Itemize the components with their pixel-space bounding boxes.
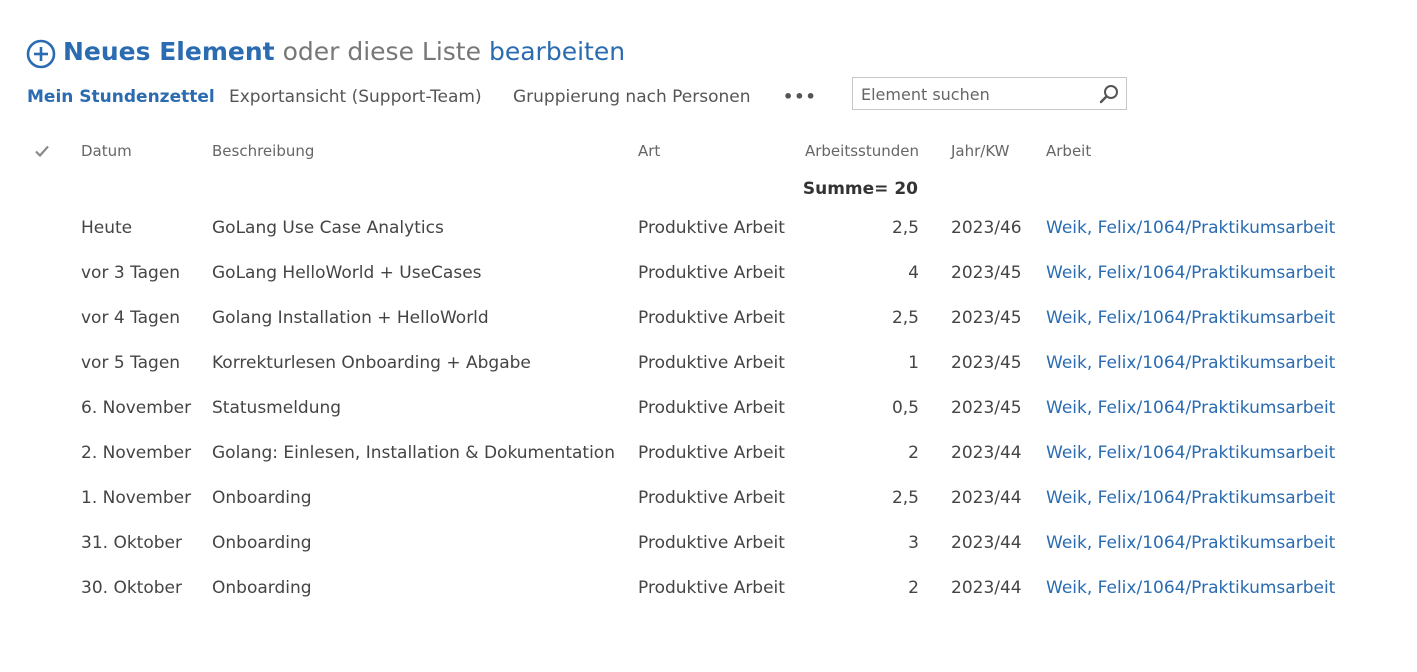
new-item-link[interactable]: Neues Element <box>63 33 275 71</box>
cell-arbeit-link[interactable]: Weik, Felix/1064/Praktikumsarbeit <box>1046 215 1335 241</box>
cell-arbeit-link[interactable]: Weik, Felix/1064/Praktikumsarbeit <box>1046 440 1335 466</box>
cell-art: Produktive Arbeit <box>638 488 785 508</box>
cell-datum: vor 3 Tagen <box>81 263 181 283</box>
view-group-by-person[interactable]: Gruppierung nach Personen <box>513 84 751 110</box>
list-page: Neues Element oder diese Liste bearbeite… <box>0 0 1417 672</box>
view-export[interactable]: Exportansicht (Support-Team) <box>229 84 482 110</box>
cell-datum: vor 5 Tagen <box>81 353 181 373</box>
cell-arbeitsstunden: 2,5 <box>891 488 919 508</box>
cell-arbeit-link[interactable]: Weik, Felix/1064/Praktikumsarbeit <box>1046 305 1335 331</box>
cell-beschreibung: Onboarding <box>212 533 312 553</box>
cell-beschreibung: Statusmeldung <box>212 398 342 418</box>
select-all-check-icon[interactable] <box>34 143 50 159</box>
cell-art: Produktive Arbeit <box>638 218 785 238</box>
cell-beschreibung: Golang: Einlesen, Installation & Dokumen… <box>212 443 615 463</box>
cell-art: Produktive Arbeit <box>638 443 785 463</box>
cell-datum: Heute <box>81 218 133 238</box>
cell-beschreibung: Golang Installation + HelloWorld <box>212 308 489 328</box>
column-header-beschreibung[interactable]: Beschreibung <box>212 138 314 164</box>
cell-beschreibung: Onboarding <box>212 578 312 598</box>
cell-jahr-kw: 2023/45 <box>951 263 1022 283</box>
cell-arbeit-link[interactable]: Weik, Felix/1064/Praktikumsarbeit <box>1046 485 1335 511</box>
cell-jahr-kw: 2023/44 <box>951 488 1022 508</box>
column-header-arbeit[interactable]: Arbeit <box>1046 138 1091 164</box>
cell-beschreibung: Korrekturlesen Onboarding + Abgabe <box>212 353 531 373</box>
cell-arbeit-link[interactable]: Weik, Felix/1064/Praktikumsarbeit <box>1046 575 1335 601</box>
cell-jahr-kw: 2023/45 <box>951 398 1022 418</box>
cell-datum: 1. November <box>81 488 192 508</box>
column-header-jahr-kw[interactable]: Jahr/KW <box>951 138 1009 164</box>
cell-jahr-kw: 2023/46 <box>951 218 1022 238</box>
hours-total: Summe= 20 <box>802 179 918 199</box>
column-header-art[interactable]: Art <box>638 138 660 164</box>
view-my-timesheet[interactable]: Mein Stundenzettel <box>27 84 215 110</box>
search-box <box>852 77 1127 110</box>
cell-beschreibung: GoLang HelloWorld + UseCases <box>212 263 482 283</box>
new-item-bar: Neues Element oder diese Liste bearbeite… <box>26 33 625 71</box>
cell-arbeit-link[interactable]: Weik, Felix/1064/Praktikumsarbeit <box>1046 395 1335 421</box>
cell-art: Produktive Arbeit <box>638 533 785 553</box>
column-header-arbeitsstunden[interactable]: Arbeitsstunden <box>780 138 919 164</box>
cell-arbeitsstunden: 2,5 <box>891 218 919 238</box>
cell-arbeit-link[interactable]: Weik, Felix/1064/Praktikumsarbeit <box>1046 260 1335 286</box>
cell-datum: 31. Oktober <box>81 533 182 553</box>
cell-art: Produktive Arbeit <box>638 308 785 328</box>
cell-beschreibung: GoLang Use Case Analytics <box>212 218 444 238</box>
column-header-datum[interactable]: Datum <box>81 138 132 164</box>
cell-art: Produktive Arbeit <box>638 398 785 418</box>
cell-beschreibung: Onboarding <box>212 488 312 508</box>
edit-list-link[interactable]: bearbeiten <box>489 33 625 71</box>
cell-datum: vor 4 Tagen <box>81 308 181 328</box>
cell-arbeitsstunden: 2,5 <box>891 308 919 328</box>
cell-jahr-kw: 2023/45 <box>951 308 1022 328</box>
cell-jahr-kw: 2023/45 <box>951 353 1022 373</box>
cell-datum: 6. November <box>81 398 192 418</box>
cell-jahr-kw: 2023/44 <box>951 578 1022 598</box>
cell-art: Produktive Arbeit <box>638 353 785 373</box>
cell-datum: 2. November <box>81 443 192 463</box>
cell-arbeit-link[interactable]: Weik, Felix/1064/Praktikumsarbeit <box>1046 350 1335 376</box>
or-edit-text: oder diese Liste <box>282 37 481 66</box>
cell-datum: 30. Oktober <box>81 578 182 598</box>
cell-arbeit-link[interactable]: Weik, Felix/1064/Praktikumsarbeit <box>1046 530 1335 556</box>
cell-art: Produktive Arbeit <box>638 578 785 598</box>
cell-arbeitsstunden: 2 <box>908 578 919 598</box>
cell-jahr-kw: 2023/44 <box>951 443 1022 463</box>
cell-jahr-kw: 2023/44 <box>951 533 1022 553</box>
cell-arbeitsstunden: 1 <box>908 353 919 373</box>
cell-arbeitsstunden: 2 <box>908 443 919 463</box>
search-input[interactable] <box>861 82 1091 106</box>
search-icon[interactable] <box>1099 84 1119 104</box>
cell-arbeitsstunden: 4 <box>908 263 919 283</box>
add-circle-icon[interactable] <box>26 39 56 69</box>
more-views-ellipsis-icon[interactable]: ••• <box>783 84 817 110</box>
cell-arbeitsstunden: 0,5 <box>891 398 919 418</box>
cell-arbeitsstunden: 3 <box>908 533 919 553</box>
cell-art: Produktive Arbeit <box>638 263 785 283</box>
